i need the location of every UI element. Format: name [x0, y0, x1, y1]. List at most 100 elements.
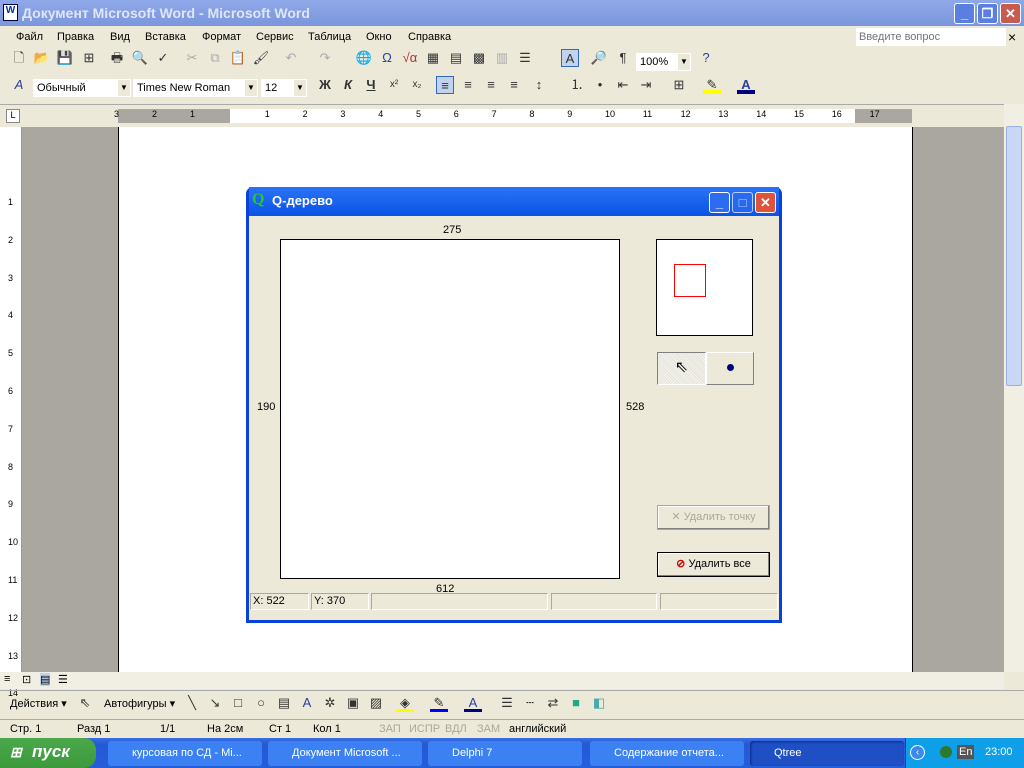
- close-button[interactable]: ✕: [1000, 3, 1021, 24]
- reading-icon[interactable]: 🔎: [590, 49, 608, 67]
- paste-icon[interactable]: 📋: [229, 49, 247, 67]
- zoom-select[interactable]: 100% ▼: [636, 53, 691, 71]
- italic-button[interactable]: К: [339, 76, 357, 94]
- subscript-icon[interactable]: x₂: [408, 76, 426, 94]
- textbox-icon[interactable]: ▤: [275, 694, 293, 712]
- scroll-thumb[interactable]: [1006, 126, 1022, 386]
- insert-excel-icon[interactable]: ▩: [470, 49, 488, 67]
- help-search-input[interactable]: [856, 28, 1006, 46]
- print-layout-icon[interactable]: ▤: [40, 673, 51, 686]
- task-qtree[interactable]: Qtree: [750, 741, 904, 766]
- open-icon[interactable]: 📂: [33, 49, 51, 67]
- line-color-icon[interactable]: ✎: [430, 694, 448, 712]
- clipart-icon[interactable]: ▣: [344, 694, 362, 712]
- align-left-icon[interactable]: ≡: [436, 76, 454, 94]
- actions-menu[interactable]: Действия ▾: [10, 697, 67, 710]
- show-hidden-icons-button[interactable]: ‹: [910, 745, 925, 760]
- menu-format[interactable]: Формат: [202, 31, 241, 43]
- horizontal-scrollbar[interactable]: ≡ ⊡ ▤ ☰: [0, 672, 1004, 689]
- dialog-maximize-button[interactable]: □: [732, 192, 753, 213]
- styles-icon[interactable]: A: [10, 76, 28, 94]
- menu-view[interactable]: Вид: [110, 31, 130, 43]
- web-view-icon[interactable]: ⊡: [22, 673, 31, 686]
- symbol-icon[interactable]: Ω: [378, 49, 396, 67]
- borders-icon[interactable]: ⊞: [670, 76, 688, 94]
- document-map-icon[interactable]: A: [561, 49, 579, 67]
- undo-icon[interactable]: ↶: [282, 49, 300, 67]
- drawing-canvas[interactable]: [280, 239, 620, 579]
- autoshapes-menu[interactable]: Автофигуры ▾: [104, 697, 175, 710]
- normal-view-icon[interactable]: ≡: [4, 673, 10, 685]
- menu-tools[interactable]: Сервис: [256, 31, 294, 43]
- style-select[interactable]: Обычный ▼: [33, 79, 131, 97]
- align-right-icon[interactable]: ≡: [482, 76, 500, 94]
- horizontal-ruler[interactable]: L 3 2 1 1 2 3 4 5 6 7 8 9 10 11 12 13 14 15 16 17: [0, 104, 1024, 127]
- vertical-ruler[interactable]: 1 2 3 4 5 6 7 8 9 10 11 12 13 14: [0, 127, 22, 698]
- delete-point-button[interactable]: ✕ Удалить точку: [657, 505, 770, 530]
- close-document-button[interactable]: ×: [1008, 29, 1016, 45]
- align-center-icon[interactable]: ≡: [459, 76, 477, 94]
- dialog-minimize-button[interactable]: _: [709, 192, 730, 213]
- save-icon[interactable]: 💾: [56, 49, 74, 67]
- vertical-scrollbar[interactable]: [1004, 104, 1024, 672]
- menu-window[interactable]: Окно: [366, 31, 392, 43]
- highlight-icon[interactable]: ✎: [703, 76, 721, 94]
- line-style-icon[interactable]: ☰: [498, 694, 516, 712]
- menu-help[interactable]: Справка: [408, 31, 451, 43]
- language-indicator[interactable]: En: [957, 745, 975, 759]
- bold-button[interactable]: Ж: [316, 76, 334, 94]
- font-color-draw-icon[interactable]: A: [464, 694, 482, 712]
- print-preview-icon[interactable]: 🔍: [131, 49, 149, 67]
- minimize-button[interactable]: _: [954, 3, 975, 24]
- delete-all-button[interactable]: ⊘ Удалить все: [657, 552, 770, 577]
- redo-icon[interactable]: ↷: [316, 49, 334, 67]
- select-tool-button[interactable]: ⇖: [657, 352, 706, 385]
- network-icon[interactable]: [940, 746, 952, 758]
- task-kursovaya[interactable]: курсовая по СД - Mi...: [108, 741, 262, 766]
- restore-button[interactable]: ❐: [977, 3, 998, 24]
- menu-insert[interactable]: Вставка: [145, 31, 186, 43]
- status-ext[interactable]: ВДЛ: [445, 723, 467, 735]
- drawing-icon[interactable]: ☰: [516, 49, 534, 67]
- fill-color-icon[interactable]: ◈: [396, 694, 414, 712]
- format-painter-icon[interactable]: 🖌: [252, 49, 270, 67]
- rectangle-icon[interactable]: □: [229, 694, 247, 712]
- columns-icon[interactable]: ▥: [493, 49, 511, 67]
- print-icon[interactable]: 🖶: [108, 49, 126, 67]
- arrow-style-icon[interactable]: ⇄: [544, 694, 562, 712]
- menu-file[interactable]: Файл: [16, 31, 43, 43]
- numbering-icon[interactable]: ⒈: [568, 76, 586, 94]
- insert-table-icon[interactable]: ▤: [447, 49, 465, 67]
- menu-table[interactable]: Таблица: [308, 31, 351, 43]
- increase-indent-icon[interactable]: ⇥: [637, 76, 655, 94]
- underline-button[interactable]: Ч: [362, 76, 380, 94]
- hyperlink-icon[interactable]: 🌐: [355, 49, 373, 67]
- dash-style-icon[interactable]: ┄: [521, 694, 539, 712]
- task-report[interactable]: Содержание отчета...: [590, 741, 744, 766]
- 3d-icon[interactable]: ◧: [590, 694, 608, 712]
- equation-icon[interactable]: √α: [401, 49, 419, 67]
- arrow-icon[interactable]: ↘: [206, 694, 224, 712]
- menu-edit[interactable]: Правка: [57, 31, 94, 43]
- shadow-icon[interactable]: ■: [567, 694, 585, 712]
- start-button[interactable]: ⊞ пуск: [0, 738, 96, 768]
- line-icon[interactable]: ╲: [183, 694, 201, 712]
- wordart-icon[interactable]: A: [298, 694, 316, 712]
- superscript-icon[interactable]: x²: [385, 76, 403, 94]
- bullets-icon[interactable]: •: [591, 76, 609, 94]
- line-spacing-icon[interactable]: ↕: [530, 76, 548, 94]
- status-ovr[interactable]: ЗАМ: [477, 723, 500, 735]
- cut-icon[interactable]: ✂: [183, 49, 201, 67]
- picture-icon[interactable]: ▨: [367, 694, 385, 712]
- task-word-document[interactable]: Документ Microsoft ...: [268, 741, 422, 766]
- status-rec[interactable]: ЗАП: [379, 723, 401, 735]
- dialog-close-button[interactable]: ✕: [755, 192, 776, 213]
- font-color-icon[interactable]: A: [737, 76, 755, 94]
- permission-icon[interactable]: ⊞: [80, 49, 98, 67]
- font-select[interactable]: Times New Roman ▼: [133, 79, 258, 97]
- diagram-icon[interactable]: ✲: [321, 694, 339, 712]
- help-icon[interactable]: ?: [697, 49, 715, 67]
- decrease-indent-icon[interactable]: ⇤: [614, 76, 632, 94]
- tab-stop-icon[interactable]: L: [6, 109, 20, 123]
- new-icon[interactable]: 🗋: [10, 49, 28, 67]
